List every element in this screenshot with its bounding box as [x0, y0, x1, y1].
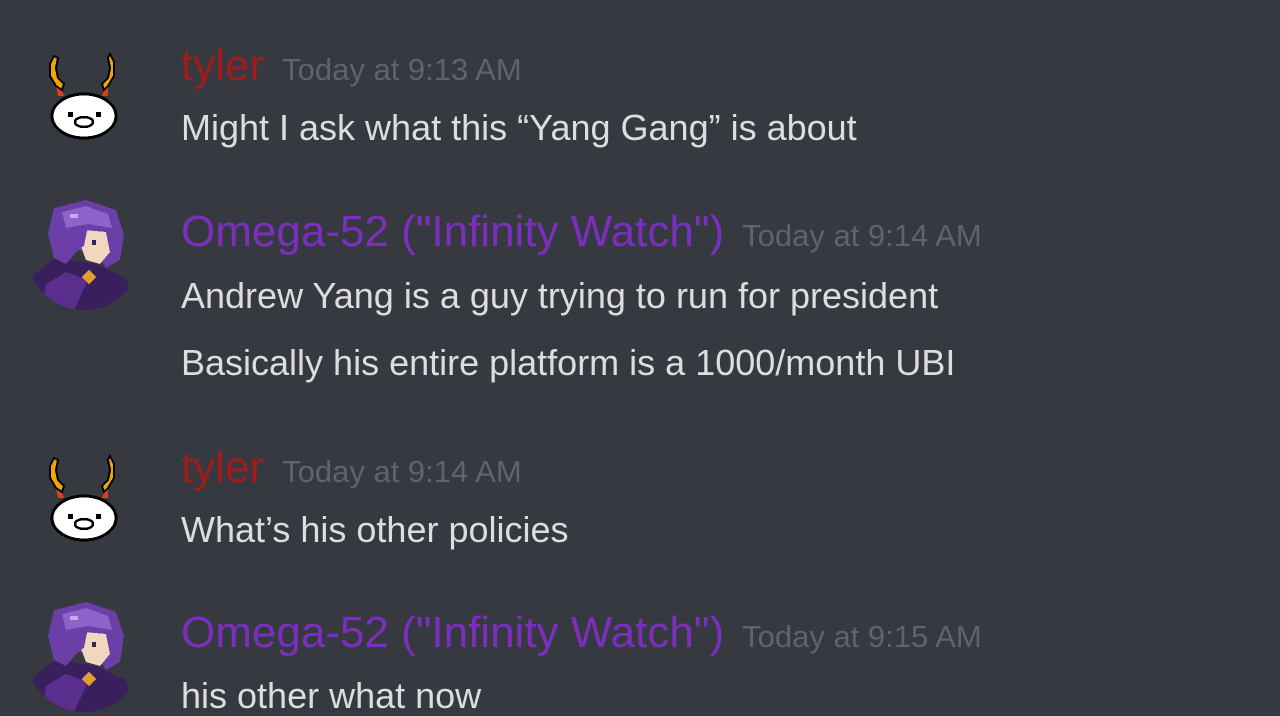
avatar[interactable] — [26, 194, 142, 310]
message-header: Omega-52 ("Infinity Watch") Today at 9:14… — [181, 210, 982, 254]
username[interactable]: Omega-52 ("Infinity Watch") — [181, 210, 724, 254]
avatar[interactable] — [26, 596, 142, 712]
message-text: Andrew Yang is a guy trying to run for p… — [181, 275, 939, 316]
username[interactable]: Omega-52 ("Infinity Watch") — [181, 611, 724, 655]
timestamp: Today at 9:14 AM — [282, 454, 522, 489]
timestamp: Today at 9:13 AM — [282, 52, 522, 87]
message-text: What’s his other policies — [181, 509, 569, 550]
username[interactable]: tyler — [181, 446, 264, 490]
timestamp: Today at 9:14 AM — [742, 218, 982, 253]
troll-horns-avatar-icon — [49, 51, 118, 140]
timestamp: Today at 9:15 AM — [742, 619, 982, 654]
username[interactable]: tyler — [181, 44, 264, 88]
message-text: his other what now — [181, 675, 482, 716]
message-header: tyler Today at 9:13 AM — [181, 44, 522, 88]
purple-haired-character-avatar-icon — [26, 596, 142, 712]
message-header: Omega-52 ("Infinity Watch") Today at 9:15… — [181, 611, 982, 655]
message-text: Might I ask what this “Yang Gang” is abo… — [181, 107, 857, 148]
chat-messages: tyler Today at 9:13 AM Might I ask what t… — [0, 0, 1280, 714]
avatar[interactable] — [26, 28, 142, 144]
avatar[interactable] — [26, 430, 142, 546]
message-text: Basically his entire platform is a 1000/… — [181, 342, 956, 383]
message-header: tyler Today at 9:14 AM — [181, 446, 522, 490]
purple-haired-character-avatar-icon — [26, 194, 142, 310]
troll-horns-avatar-icon — [49, 453, 118, 542]
